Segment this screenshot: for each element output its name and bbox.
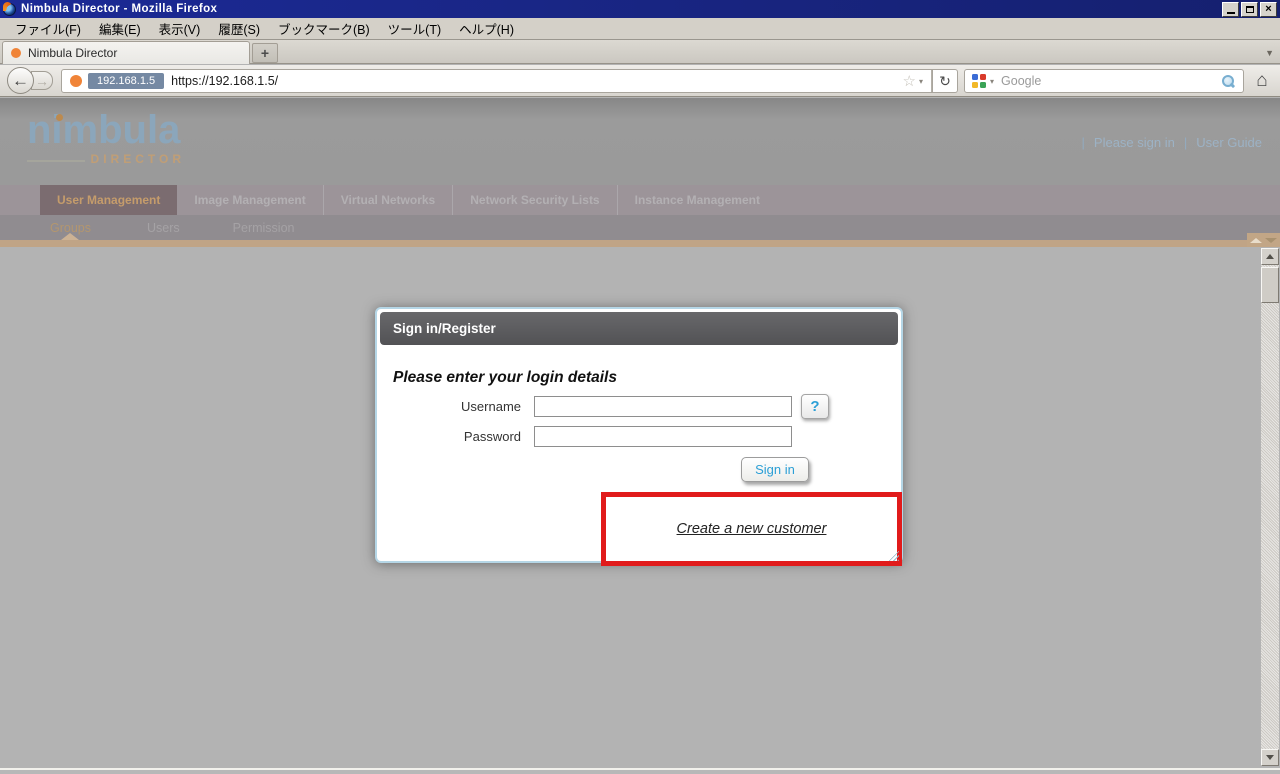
help-button[interactable]: ? bbox=[801, 394, 829, 419]
link-separator: | bbox=[1183, 135, 1188, 150]
back-button[interactable]: ← bbox=[7, 67, 34, 94]
scroll-down-button[interactable] bbox=[1261, 749, 1279, 766]
search-magnifier-icon[interactable] bbox=[1221, 74, 1234, 88]
tab-favicon bbox=[11, 48, 21, 58]
navigation-toolbar: ← → 192.168.1.5 https://192.168.1.5/ ☆ ▾… bbox=[0, 65, 1280, 97]
tab-image-management[interactable]: Image Management bbox=[177, 185, 322, 215]
tab-bar: Nimbula Director + ▼ bbox=[0, 40, 1280, 64]
nimbula-logo: nimbula DIRECTOR bbox=[27, 110, 185, 166]
create-new-customer-link[interactable]: Create a new customer bbox=[677, 521, 827, 537]
chevron-up-icon bbox=[1250, 237, 1262, 243]
logo-orange-dot bbox=[56, 114, 63, 121]
username-field[interactable] bbox=[534, 396, 792, 417]
menu-help[interactable]: ヘルプ(H) bbox=[450, 17, 523, 40]
google-logo-icon[interactable] bbox=[972, 74, 986, 88]
scroll-down-icon bbox=[1266, 755, 1274, 760]
active-subnav-pointer bbox=[61, 233, 79, 240]
scroll-up-button[interactable] bbox=[1261, 248, 1279, 265]
password-label: Password bbox=[463, 429, 521, 444]
password-field[interactable] bbox=[534, 426, 792, 447]
new-tab-button[interactable]: + bbox=[252, 43, 278, 63]
minimize-icon bbox=[1226, 12, 1235, 14]
dialog-header: Sign in/Register bbox=[380, 312, 898, 345]
list-all-tabs-icon[interactable]: ▼ bbox=[1265, 48, 1274, 58]
close-button[interactable]: × bbox=[1260, 1, 1277, 17]
restore-button[interactable] bbox=[1241, 1, 1258, 17]
search-engine-dropdown-icon[interactable]: ▾ bbox=[990, 77, 994, 86]
please-sign-in-link[interactable]: Please sign in bbox=[1094, 135, 1175, 150]
page-scrollbar[interactable] bbox=[1261, 248, 1279, 766]
address-bar-divider bbox=[931, 70, 932, 92]
minimize-button[interactable] bbox=[1222, 1, 1239, 17]
url-text[interactable]: https://192.168.1.5/ bbox=[171, 74, 278, 88]
tab-user-management[interactable]: User Management bbox=[40, 185, 178, 215]
home-button[interactable]: ⌂ bbox=[1249, 68, 1275, 94]
title-bar: Nimbula Director - Mozilla Firefox × bbox=[0, 0, 1280, 18]
menu-bar: ファイル(F) 編集(E) 表示(V) 履歴(S) ブックマーク(B) ツール(… bbox=[0, 18, 1280, 40]
window-controls: × bbox=[1222, 1, 1277, 17]
username-row: Username ? bbox=[377, 394, 901, 419]
panel-collapse-control[interactable] bbox=[1247, 233, 1280, 247]
bookmark-dropdown-icon[interactable]: ▾ bbox=[919, 77, 923, 86]
subnav-permission[interactable]: Permission bbox=[233, 221, 295, 235]
search-input[interactable] bbox=[1001, 74, 1221, 88]
tab-instance-management[interactable]: Instance Management bbox=[616, 185, 777, 215]
scroll-up-icon bbox=[1266, 254, 1274, 259]
forward-button[interactable]: → bbox=[31, 71, 53, 90]
menu-history[interactable]: 履歴(S) bbox=[209, 17, 269, 40]
site-header: nimbula DIRECTOR | Please sign in | User… bbox=[0, 98, 1280, 185]
site-nav-tabs: User Management Image Management Virtual… bbox=[0, 185, 1280, 215]
site-identity-icon[interactable] bbox=[70, 75, 82, 87]
tab-network-security-lists[interactable]: Network Security Lists bbox=[452, 185, 616, 215]
site-header-links: | Please sign in | User Guide bbox=[1082, 135, 1262, 150]
logo-subtitle: DIRECTOR bbox=[90, 152, 185, 166]
menu-view[interactable]: 表示(V) bbox=[150, 17, 210, 40]
close-icon: × bbox=[1265, 2, 1272, 15]
site-subnav: Groups Users Permission bbox=[0, 215, 1280, 240]
menu-file[interactable]: ファイル(F) bbox=[6, 17, 90, 40]
tab-title: Nimbula Director bbox=[28, 46, 118, 60]
menu-edit[interactable]: 編集(E) bbox=[90, 17, 150, 40]
login-prompt: Please enter your login details bbox=[393, 369, 617, 386]
window-title: Nimbula Director - Mozilla Firefox bbox=[21, 3, 218, 15]
logo-wordmark: nimbula bbox=[27, 108, 181, 152]
password-row: Password bbox=[377, 426, 901, 447]
logo-underline bbox=[27, 160, 85, 162]
firefox-icon bbox=[3, 1, 16, 16]
dialog-title: Sign in/Register bbox=[393, 321, 496, 336]
bookmark-star-icon[interactable]: ☆ bbox=[903, 72, 916, 90]
subnav-users[interactable]: Users bbox=[147, 221, 180, 235]
browser-window: Nimbula Director - Mozilla Firefox × ファイ… bbox=[0, 0, 1280, 774]
search-bar[interactable]: ▾ bbox=[964, 69, 1244, 93]
username-label: Username bbox=[461, 399, 521, 414]
address-bar[interactable]: 192.168.1.5 https://192.168.1.5/ ☆ ▾ bbox=[61, 69, 933, 93]
reload-button[interactable]: ↻ bbox=[933, 69, 958, 93]
restore-icon bbox=[1245, 5, 1254, 13]
menu-bookmarks[interactable]: ブックマーク(B) bbox=[269, 17, 379, 40]
scrollbar-thumb[interactable] bbox=[1261, 267, 1279, 303]
link-separator: | bbox=[1081, 135, 1085, 150]
sign-in-button[interactable]: Sign in bbox=[741, 457, 809, 482]
user-guide-link[interactable]: User Guide bbox=[1196, 135, 1262, 150]
browser-tab-nimbula-director[interactable]: Nimbula Director bbox=[2, 41, 250, 64]
accent-bar bbox=[0, 233, 1280, 247]
tab-virtual-networks[interactable]: Virtual Networks bbox=[322, 185, 452, 215]
annotation-red-box: Create a new customer bbox=[601, 492, 902, 566]
window-bottom-border bbox=[0, 768, 1280, 774]
site-identity-badge[interactable]: 192.168.1.5 bbox=[88, 73, 165, 89]
chevron-down-icon bbox=[1265, 237, 1277, 243]
menu-tools[interactable]: ツール(T) bbox=[379, 17, 450, 40]
